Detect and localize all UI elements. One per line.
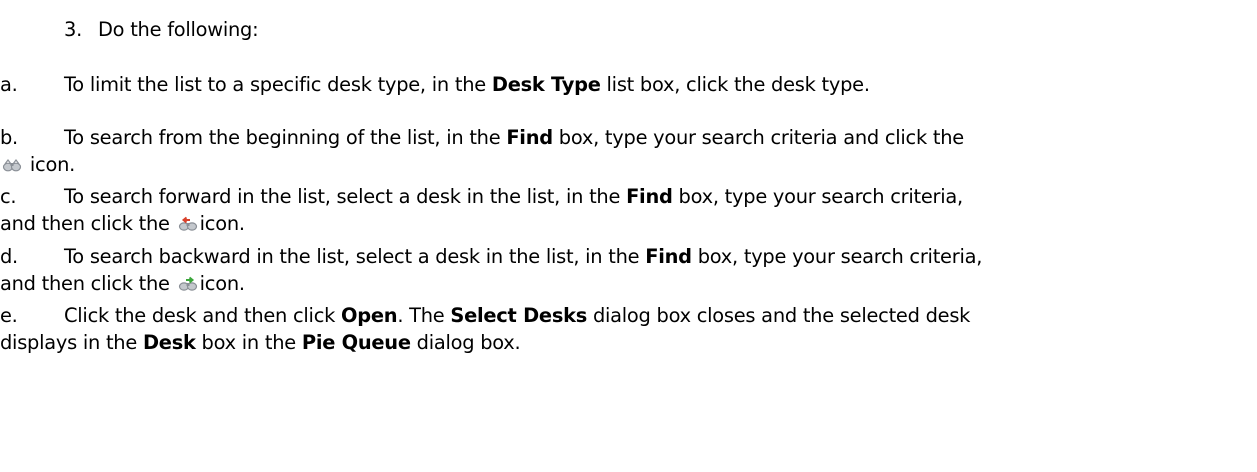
item-letter: b. [0, 126, 18, 149]
item-text-line-2: icon. [0, 151, 1257, 178]
item-text: and then click the [0, 272, 176, 295]
find-next-binoculars-icon [178, 276, 198, 292]
ui-term-desk-type: Desk Type [491, 73, 601, 96]
list-item-a: a. To limit the list to a specific desk … [0, 71, 1257, 98]
item-text: To search backward in the list, select a… [64, 245, 646, 268]
item-text: icon. [199, 272, 245, 295]
item-text: To limit the list to a specific desk typ… [64, 73, 492, 96]
ui-term-find: Find [626, 185, 673, 208]
item-text: To search forward in the list, select a … [64, 185, 627, 208]
item-text-line-1: To search from the beginning of the list… [0, 124, 1257, 151]
ui-term-select-desks: Select Desks [450, 304, 588, 327]
item-text-line-1: To search backward in the list, select a… [0, 243, 1257, 270]
item-text: box, type your search criteria, [672, 185, 964, 208]
ui-term-find: Find [506, 126, 553, 149]
item-text-line-1: To search forward in the list, select a … [0, 183, 1257, 210]
step-number: 3. [64, 18, 83, 41]
ui-term-find: Find [645, 245, 692, 268]
item-letter: d. [0, 245, 18, 268]
item-text: To search from the beginning of the list… [64, 126, 507, 149]
item-text: displays in the [0, 331, 143, 354]
item-text: box, type your search criteria and click… [552, 126, 964, 149]
list-item-d: d. To search backward in the list, selec… [0, 243, 1257, 297]
list-item-b: b. To search from the beginning of the l… [0, 124, 1257, 178]
item-text-line-1: Click the desk and then click Open. The … [0, 302, 1257, 329]
item-text-line-2: and then click the icon. [0, 270, 1257, 297]
item-text: box in the [195, 331, 302, 354]
item-text: icon. [199, 212, 245, 235]
ui-term-open: Open [341, 304, 398, 327]
item-text: dialog box. [410, 331, 521, 354]
list-item-c: c. To search forward in the list, select… [0, 183, 1257, 237]
item-text: list box, click the desk type. [600, 73, 870, 96]
ui-term-desk: Desk [142, 331, 196, 354]
item-text: and then click the [0, 212, 176, 235]
item-letter: e. [0, 304, 18, 327]
step-heading: 3. Do the following: [64, 17, 259, 43]
item-letter: a. [0, 73, 18, 96]
item-text-line-2: and then click the icon. [0, 210, 1257, 237]
item-text-line-1: To limit the list to a specific desk typ… [0, 71, 1257, 98]
find-previous-binoculars-icon [178, 216, 198, 232]
binoculars-icon [2, 157, 22, 173]
item-text: Click the desk and then click [64, 304, 341, 327]
step-heading-text: Do the following: [98, 18, 259, 41]
item-text: . The [397, 304, 451, 327]
document-page: 3. Do the following: a. To limit the list… [0, 0, 1257, 472]
list-item-e: e. Click the desk and then click Open. T… [0, 302, 1257, 356]
ui-term-pie-queue: Pie Queue [301, 331, 411, 354]
item-text: dialog box closes and the selected desk [587, 304, 971, 327]
item-text: box, type your search criteria, [691, 245, 983, 268]
item-text-line-2: displays in the Desk box in the Pie Queu… [0, 329, 1257, 356]
item-letter: c. [0, 185, 17, 208]
item-text: icon. [29, 153, 76, 176]
